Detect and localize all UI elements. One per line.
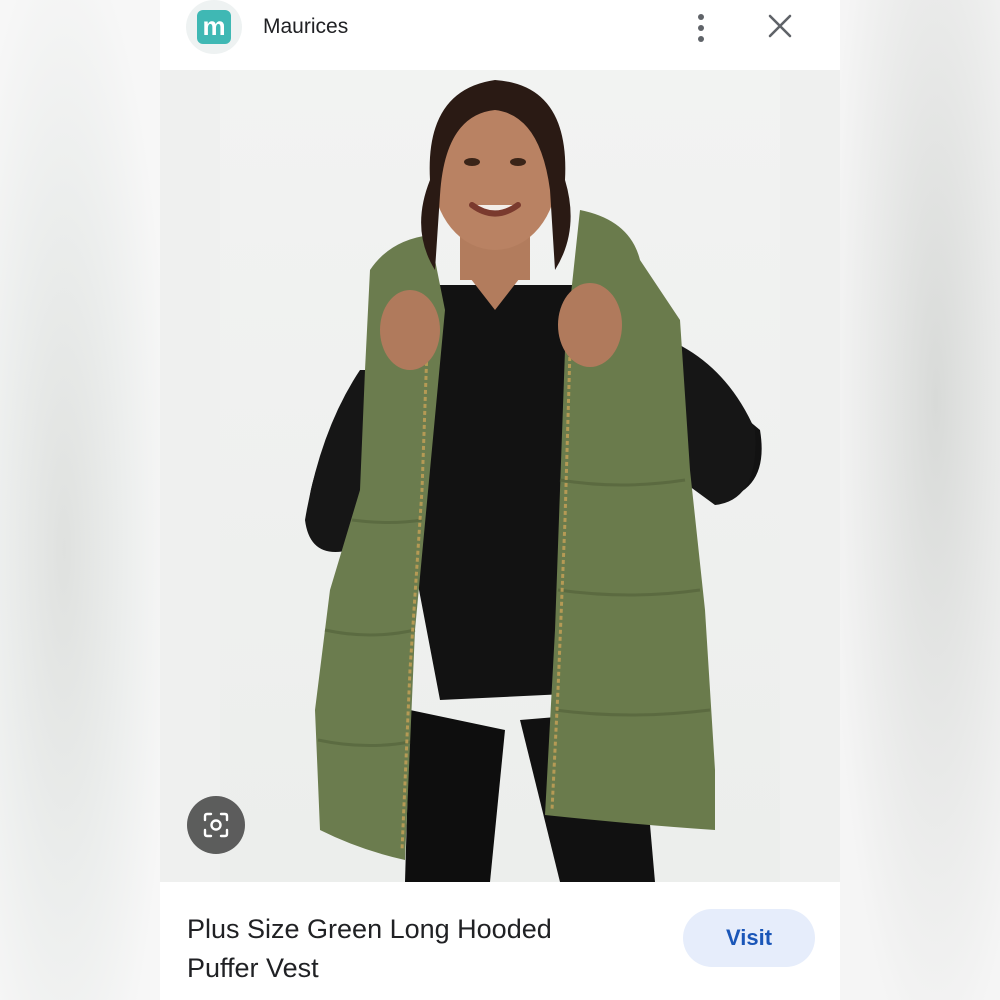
- lens-search-icon[interactable]: [187, 796, 245, 854]
- product-image-area[interactable]: [160, 70, 840, 882]
- background-left: [0, 0, 160, 1000]
- product-photo: [305, 80, 762, 882]
- brand-name[interactable]: Maurices: [263, 15, 348, 39]
- visit-button[interactable]: Visit: [683, 909, 815, 967]
- brand-logo: m: [186, 0, 242, 54]
- result-card: m Maurices Plus Size Green Long Hooded P…: [160, 0, 840, 1000]
- card-header: m Maurices: [160, 0, 840, 70]
- close-icon[interactable]: [764, 10, 796, 42]
- background-right: [840, 0, 1000, 1000]
- product-title[interactable]: Plus Size Green Long Hooded Puffer Vest: [187, 910, 607, 988]
- logo-letter: m: [197, 10, 231, 44]
- more-vert-icon[interactable]: [686, 8, 716, 48]
